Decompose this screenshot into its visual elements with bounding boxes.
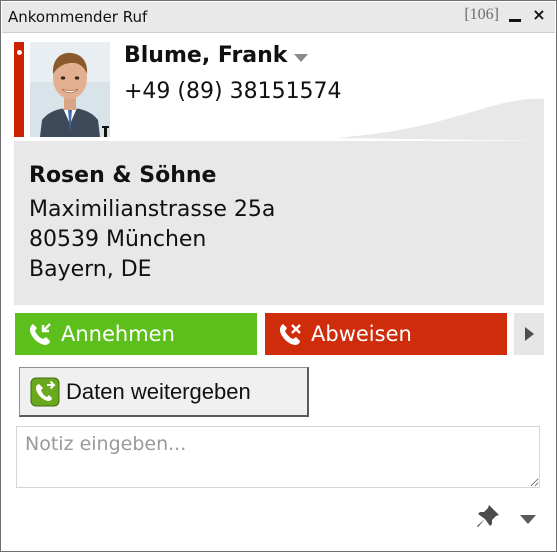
address-line: 80539 München xyxy=(29,227,207,252)
phone-decline-icon xyxy=(279,324,301,345)
close-icon[interactable]: × xyxy=(531,7,547,23)
contact-name: Blume, Frank xyxy=(124,43,288,68)
chevron-down-icon[interactable] xyxy=(520,515,536,524)
contact-card: Blume, Frank +49 (89) 38151574 Rosen & S… xyxy=(14,39,544,305)
chevron-right-icon xyxy=(524,327,534,341)
accept-call-button[interactable]: Annehmen xyxy=(15,313,257,355)
address-line: Maximilianstrasse 25a xyxy=(29,197,276,222)
title-bar: Ankommender Ruf [106] × xyxy=(2,2,555,33)
pin-icon[interactable] xyxy=(475,503,501,529)
status-dot xyxy=(17,50,22,55)
contact-name-row[interactable]: Blume, Frank xyxy=(124,43,309,68)
accept-label: Annehmen xyxy=(61,322,175,346)
more-actions-button[interactable] xyxy=(514,313,544,355)
chevron-down-icon[interactable] xyxy=(294,53,309,62)
phone-accept-icon xyxy=(29,323,51,345)
company-name: Rosen & Söhne xyxy=(29,163,217,188)
share-data-button[interactable]: Daten weitergeben xyxy=(19,367,309,417)
minimize-icon[interactable] xyxy=(507,7,523,23)
call-counter: [106] xyxy=(464,6,499,23)
note-input[interactable] xyxy=(16,426,540,488)
contact-phone: +49 (89) 38151574 xyxy=(124,79,342,104)
window-title: Ankommender Ruf xyxy=(8,8,148,26)
caller-status-bar xyxy=(14,42,24,137)
avatar xyxy=(30,42,110,137)
incoming-call-window: Ankommender Ruf [106] × Blume, Frank +49… xyxy=(0,0,557,552)
address-line: Bayern, DE xyxy=(29,257,152,282)
decline-label: Abweisen xyxy=(311,322,412,346)
share-icon xyxy=(30,377,60,406)
share-label: Daten weitergeben xyxy=(66,378,251,404)
decline-call-button[interactable]: Abweisen xyxy=(265,313,507,355)
title-controls: [106] × xyxy=(464,6,547,24)
